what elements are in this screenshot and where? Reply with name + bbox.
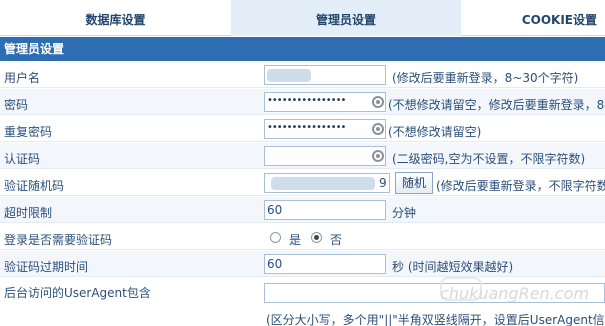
username-hint: (修改后要重新登录，8~30个字符) [392,71,579,85]
row-login-captcha: 登录是否需要验证码 是 否 [0,224,605,250]
password-hint: (不想修改请留空，修改后要重新登录，8 [388,98,605,112]
auth-code-label: 认证码 [4,152,41,166]
timeout-unit: 分钟 [392,206,417,220]
captcha-expire-input[interactable]: 60 [264,254,386,274]
row-auth-code: 认证码 (二级密码,空为不设置，不限字符数) [0,143,605,169]
captcha-expire-unit: 秒 (时间越短效果越好) [392,260,514,274]
row-captcha-expire: 验证码过期时间 60 秒 (时间越短效果越好) [0,251,605,277]
password-label: 密码 [4,98,29,112]
captcha-yes-radio[interactable] [270,232,281,243]
show-auth-code-icon[interactable] [372,150,384,162]
blurred-value [271,177,375,190]
row-password: 密码 •••••••••••••••• (不想修改请留空，修改后要重新登录，8 [0,89,605,115]
show-password-icon[interactable] [372,96,384,108]
captcha-no-label: 否 [330,233,343,247]
password-repeat-hint: (不想修改请留空) [388,125,482,139]
auth-code-input[interactable] [264,146,386,166]
watermark-text: chukuangRen.com [440,284,589,303]
useragent-hint: (区分大小写，多个用"||"半角双竖线隔开，设置后UserAgent信息 [266,313,605,326]
show-password-repeat-icon[interactable] [372,123,384,135]
captcha-no-radio[interactable] [311,232,322,243]
verify-random-suffix: 9 [379,176,387,190]
settings-tabs: 数据库设置 管理员设置 COOKIE设置 [0,0,605,36]
section-title: 管理员设置 [0,37,605,61]
timeout-value: 60 [267,203,283,217]
verify-random-hint: (修改后要重新登录，不限字符数 [436,179,605,193]
username-label: 用户名 [4,71,41,85]
password-mask: •••••••••••••••• [267,95,346,106]
blurred-value [267,69,311,82]
auth-code-hint: (二级密码,空为不设置，不限字符数) [392,152,586,166]
tab-admin-settings[interactable]: 管理员设置 [231,0,461,36]
captcha-expire-value: 60 [267,257,283,271]
password-repeat-mask: •••••••••••••••• [267,122,346,133]
verify-random-input[interactable]: 9 [264,173,390,193]
random-button[interactable]: 随机 [395,172,433,194]
row-password-repeat: 重复密码 •••••••••••••••• (不想修改请留空) [0,116,605,142]
useragent-label: 后台访问的UserAgent包含 [4,286,151,300]
timeout-input[interactable]: 60 [264,200,386,220]
login-captcha-label: 登录是否需要验证码 [4,233,113,247]
username-input[interactable] [264,65,386,85]
tab-database-settings[interactable]: 数据库设置 [0,0,231,36]
verify-random-label: 验证随机码 [4,179,65,193]
tab-cookie-settings[interactable]: COOKIE设置 [461,0,605,36]
password-repeat-input[interactable]: •••••••••••••••• [264,119,386,139]
row-timeout: 超时限制 60 分钟 [0,197,605,223]
captcha-expire-label: 验证码过期时间 [4,260,89,274]
captcha-yes-label: 是 [289,233,302,247]
row-verify-random: 验证随机码 9 随机 (修改后要重新登录，不限字符数 [0,170,605,196]
timeout-label: 超时限制 [4,206,53,220]
row-username: 用户名 (修改后要重新登录，8~30个字符) [0,62,605,88]
password-input[interactable]: •••••••••••••••• [264,92,386,112]
password-repeat-label: 重复密码 [4,125,53,139]
